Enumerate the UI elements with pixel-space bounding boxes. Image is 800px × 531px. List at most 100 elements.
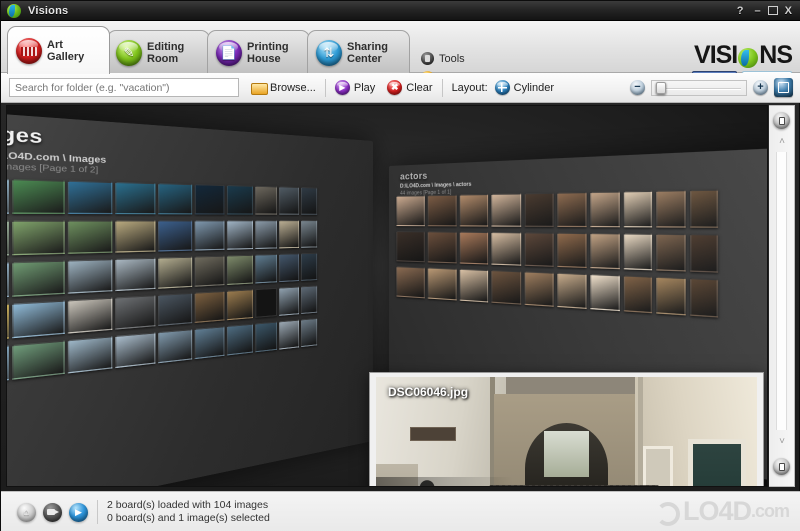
thumbnail-item[interactable]	[280, 186, 299, 214]
thumbnail-item[interactable]	[255, 220, 277, 249]
thumbnail-item[interactable]	[301, 253, 317, 281]
thumbnail-item[interactable]	[255, 288, 277, 318]
rail-track[interactable]	[776, 152, 787, 430]
thumbnail-item[interactable]	[623, 191, 652, 228]
thumbnail-item[interactable]	[158, 329, 192, 363]
thumbnail-item[interactable]	[301, 285, 317, 314]
thumbnail-item[interactable]	[116, 220, 155, 252]
fullscreen-button[interactable]	[774, 78, 793, 97]
thumbnail-item[interactable]	[396, 231, 424, 262]
thumbnail-item[interactable]	[590, 191, 619, 227]
thumbnail-item[interactable]	[255, 186, 277, 215]
layout-selector[interactable]: Cylinder	[495, 80, 554, 95]
thumbnail-item[interactable]	[396, 195, 424, 226]
thumbnail-item[interactable]	[396, 266, 424, 298]
thumbnail-item[interactable]	[158, 293, 192, 326]
thumbnail-item[interactable]	[623, 233, 652, 270]
thumbnail-item[interactable]	[492, 193, 521, 226]
home-icon[interactable]: ⌂	[17, 503, 36, 522]
zoom-slider[interactable]	[651, 80, 747, 96]
thumbnail-item[interactable]	[195, 184, 225, 214]
slideshow-globe-icon[interactable]: ▶	[69, 503, 88, 522]
thumbnail-item[interactable]	[590, 274, 619, 311]
thumbnail-item[interactable]	[12, 260, 64, 296]
thumbnail-item[interactable]	[690, 234, 718, 273]
thumbnail-item[interactable]	[428, 195, 457, 227]
thumbnail-item[interactable]	[12, 179, 64, 214]
thumbnail-item[interactable]	[690, 189, 718, 227]
thumbnail-item[interactable]	[67, 220, 112, 254]
thumbnail-item[interactable]	[195, 326, 225, 359]
thumbnail-item[interactable]	[255, 321, 277, 352]
thumbnail-item[interactable]	[227, 220, 253, 250]
thumbnail-item[interactable]	[657, 277, 686, 316]
thumbnail-item[interactable]	[460, 232, 489, 265]
board-down-button[interactable]	[773, 458, 790, 475]
image-preview-panel[interactable]: DSC06046.jpg Size: 1020218 Date Created:…	[369, 372, 764, 487]
zoom-out-button[interactable]: −	[630, 80, 645, 95]
thumbnail-item[interactable]	[67, 181, 112, 215]
tab-art-gallery[interactable]: Art Gallery	[7, 26, 110, 74]
thumbnail-item[interactable]	[227, 289, 253, 320]
thumbnail-item[interactable]	[158, 183, 192, 214]
thumbnail-item[interactable]	[195, 220, 225, 250]
thumbnail-item[interactable]	[623, 275, 652, 313]
menu-item-tools[interactable]: Tools	[421, 49, 465, 68]
thumbnail-item[interactable]	[67, 259, 112, 294]
thumbnail-item[interactable]	[524, 193, 553, 227]
search-input[interactable]	[9, 78, 239, 97]
browse-button[interactable]: Browse...	[251, 80, 316, 95]
tab-sharing-center[interactable]: ⇅ Sharing Center	[307, 30, 410, 74]
thumbnail-item[interactable]	[12, 300, 64, 338]
thumbnail-item[interactable]	[116, 295, 155, 330]
maximize-button[interactable]	[768, 6, 778, 15]
thumbnail-item[interactable]	[428, 231, 457, 263]
thumbnail-item[interactable]	[6, 345, 9, 387]
thumbnail-item[interactable]	[492, 270, 521, 305]
thumbnail-item[interactable]	[590, 233, 619, 269]
thumbnail-item[interactable]	[6, 262, 9, 300]
thumbnail-item[interactable]	[116, 258, 155, 291]
thumbnail-item[interactable]	[557, 192, 586, 227]
thumbnail-item[interactable]	[301, 318, 317, 347]
board-up-button[interactable]	[773, 112, 790, 129]
thumbnail-item[interactable]	[116, 182, 155, 214]
thumbnail-item[interactable]	[67, 336, 112, 373]
clear-button[interactable]: ✖ Clear	[387, 80, 432, 95]
help-button[interactable]: ?	[733, 4, 748, 18]
zoom-in-button[interactable]: +	[753, 80, 768, 95]
board-images[interactable]: Images D:\LO4D.com \ Images 60 images [P…	[6, 109, 373, 487]
thumbnail-item[interactable]	[557, 233, 586, 268]
tab-printing-house[interactable]: 📄 Printing House	[207, 30, 310, 74]
minimize-button[interactable]: –	[751, 4, 765, 18]
thumbnail-item[interactable]	[6, 304, 9, 344]
thumbnail-item[interactable]	[460, 269, 489, 303]
thumbnail-item[interactable]	[6, 177, 9, 214]
thumbnail-item[interactable]	[460, 194, 489, 227]
thumbnail-item[interactable]	[195, 256, 225, 287]
thumbnail-item[interactable]	[280, 286, 299, 315]
thumbnail-item[interactable]	[255, 254, 277, 284]
thumbnail-item[interactable]	[280, 320, 299, 350]
tab-editing-room[interactable]: ✎ Editing Room	[107, 30, 210, 74]
thumbnail-item[interactable]	[557, 273, 586, 309]
thumbnail-item[interactable]	[67, 298, 112, 334]
thumbnail-item[interactable]	[158, 257, 192, 289]
thumbnail-item[interactable]	[227, 255, 253, 285]
gallery-canvas[interactable]: Images D:\LO4D.com \ Images 60 images [P…	[6, 105, 768, 487]
thumbnail-item[interactable]	[158, 220, 192, 251]
close-button[interactable]: X	[781, 4, 796, 18]
thumbnail-item[interactable]	[428, 268, 457, 301]
thumbnail-item[interactable]	[690, 278, 718, 318]
thumbnail-item[interactable]	[492, 232, 521, 266]
thumbnail-item[interactable]	[301, 187, 317, 215]
thumbnail-item[interactable]	[6, 221, 9, 257]
thumbnail-item[interactable]	[12, 220, 64, 255]
thumbnail-item[interactable]	[280, 220, 299, 248]
thumbnail-item[interactable]	[195, 291, 225, 323]
thumbnail-item[interactable]	[657, 190, 686, 228]
zoom-slider-thumb[interactable]	[656, 82, 666, 94]
thumbnail-item[interactable]	[116, 332, 155, 368]
thumbnail-item[interactable]	[280, 253, 299, 282]
scroll-down-chevron-icon[interactable]: ˅	[769, 436, 795, 447]
